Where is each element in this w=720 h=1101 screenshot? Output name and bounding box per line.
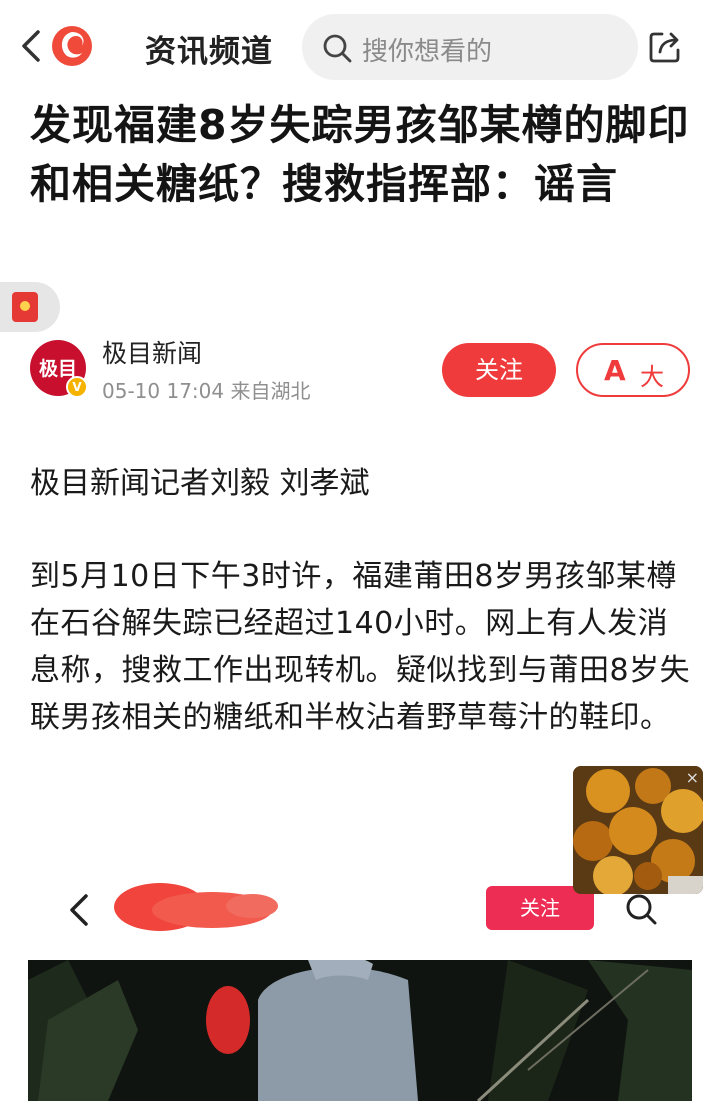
phoenix-logo-icon[interactable] (50, 24, 94, 68)
article-title: 发现福建8岁失踪男孩邹某樽的脚印和相关糖纸？搜救指挥部：谣言 (30, 101, 690, 208)
article-byline: 极目新闻记者刘毅 刘孝斌 (30, 466, 370, 501)
font-size-icon: A (604, 354, 626, 387)
redacted-username (114, 883, 278, 931)
video-frame[interactable] (28, 960, 692, 1101)
avatar[interactable]: 极目 V (30, 340, 88, 398)
red-envelope-tab[interactable] (0, 282, 60, 332)
chevron-left-icon[interactable] (64, 892, 94, 928)
search-icon[interactable] (622, 890, 660, 928)
publish-meta: 05-10 17:04 来自湖北 (102, 379, 311, 403)
follow-button[interactable]: 关注 (442, 343, 556, 397)
search-placeholder: 搜你想看的 (362, 37, 493, 67)
font-size-button[interactable]: A 大 (576, 343, 690, 397)
chevron-left-icon[interactable] (14, 26, 50, 66)
channel-title: 资讯频道 (145, 34, 273, 70)
search-input[interactable]: 搜你想看的 (302, 14, 638, 80)
author-name[interactable]: 极目新闻 (102, 334, 202, 370)
red-envelope-icon (12, 292, 38, 322)
top-bar: 资讯频道 搜你想看的 (0, 0, 720, 92)
share-icon[interactable] (646, 28, 684, 66)
close-icon[interactable]: × (686, 768, 699, 787)
article-paragraph: 到5月10日下午3时许，福建莆田8岁男孩邹某樽在石谷解失踪已经超过140小时。网… (30, 559, 691, 735)
verified-badge: V (66, 376, 88, 398)
embedded-video-card[interactable]: 关注 (28, 860, 692, 1101)
floating-thumbnail[interactable]: × (573, 766, 703, 894)
font-size-label: 大 (640, 363, 664, 391)
search-icon (323, 34, 352, 63)
food-thumbnail-image (573, 766, 703, 894)
